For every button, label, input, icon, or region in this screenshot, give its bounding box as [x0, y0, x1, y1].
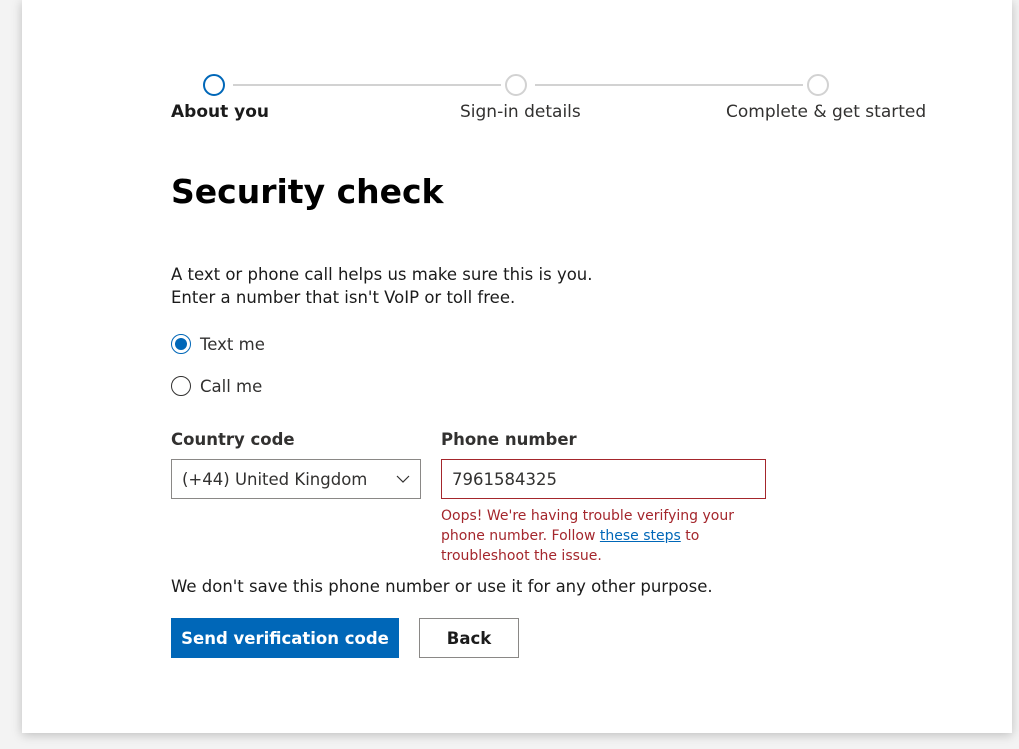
radio-label-text-me[interactable]: Text me	[200, 335, 265, 354]
page-title: Security check	[171, 172, 444, 211]
troubleshoot-link[interactable]: these steps	[600, 528, 681, 544]
radio-text-me[interactable]: Text me	[171, 334, 265, 354]
country-code-label: Country code	[171, 430, 295, 449]
progress-stepper: About you Sign-in details Complete & get…	[22, 0, 1012, 140]
radio-label-call-me[interactable]: Call me	[200, 377, 262, 396]
country-code-value: (+44) United Kingdom	[182, 469, 368, 489]
step-label-about-you: About you	[171, 102, 270, 122]
step-indicator-sign-in-details	[505, 74, 527, 96]
signup-card: About you Sign-in details Complete & get…	[22, 0, 1012, 733]
phone-number-label: Phone number	[441, 430, 577, 449]
step-connector	[535, 84, 803, 86]
step-connector	[233, 84, 501, 86]
phone-error-message: Oops! We're having trouble verifying you…	[441, 506, 771, 566]
phone-number-input[interactable]	[441, 459, 766, 499]
step-indicator-about-you	[203, 74, 225, 96]
intro-line-2: Enter a number that isn't VoIP or toll f…	[171, 288, 516, 307]
intro-text: A text or phone call helps us make sure …	[171, 263, 593, 309]
step-label-sign-in-details: Sign-in details	[460, 102, 581, 122]
send-verification-code-button[interactable]: Send verification code	[171, 618, 399, 658]
radio-call-me[interactable]: Call me	[171, 376, 262, 396]
chevron-down-icon	[396, 475, 410, 483]
privacy-note: We don't save this phone number or use i…	[171, 577, 713, 596]
radio-button-unchecked[interactable]	[171, 376, 191, 396]
back-button[interactable]: Back	[419, 618, 519, 658]
step-indicator-complete	[807, 74, 829, 96]
step-label-complete: Complete & get started	[726, 102, 927, 122]
radio-dot	[175, 338, 187, 350]
intro-line-1: A text or phone call helps us make sure …	[171, 265, 593, 284]
country-code-select[interactable]: (+44) United Kingdom	[171, 459, 421, 499]
radio-button-checked[interactable]	[171, 334, 191, 354]
